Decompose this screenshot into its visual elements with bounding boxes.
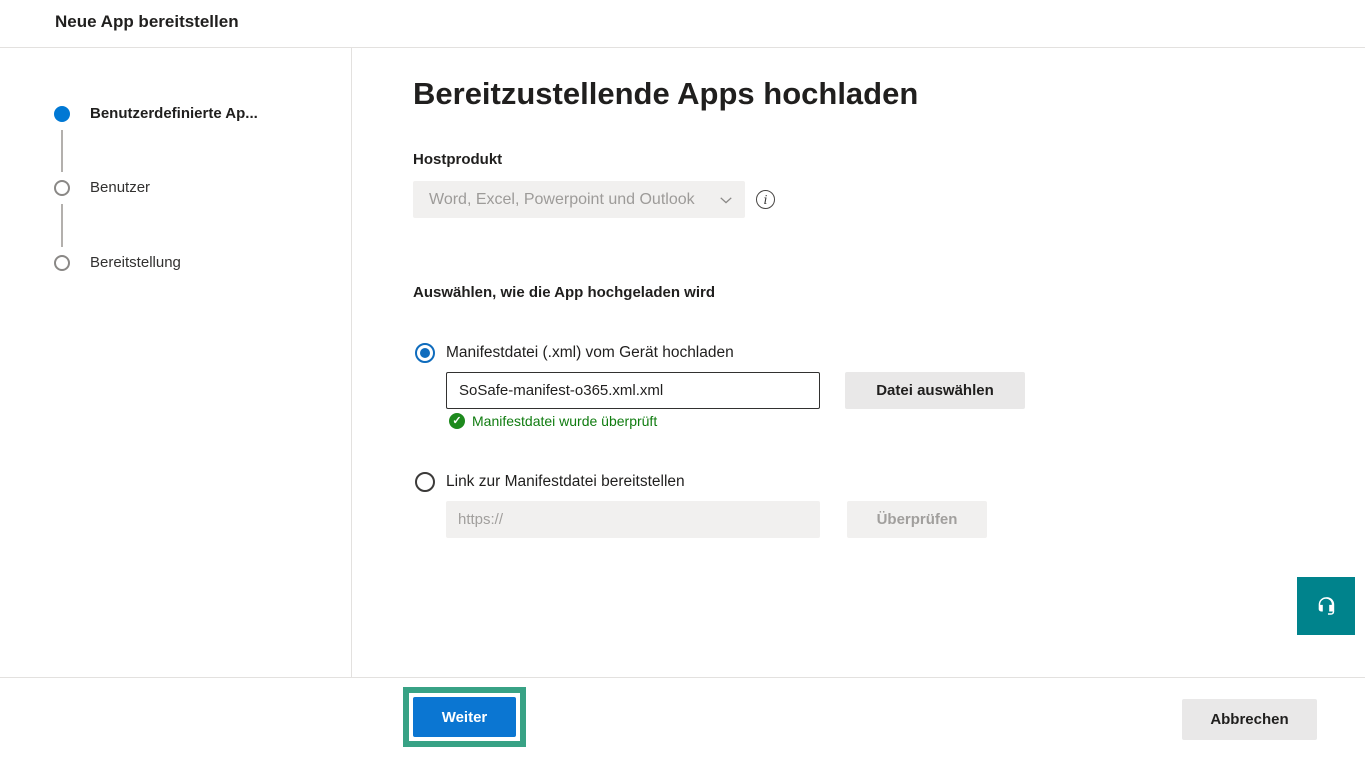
step-indicator-custom-apps[interactable] [54,106,70,122]
step-connector [61,204,63,247]
wizard-footer: Weiter Abbrechen [0,677,1365,757]
wizard-stepper: Benutzerdefinierte Ap... Benutzer Bereit… [0,48,352,677]
host-product-dropdown[interactable]: Word, Excel, Powerpoint und Outlook [413,181,745,218]
content-title: Bereitzustellende Apps hochladen [413,76,918,112]
manifest-file-input[interactable] [446,372,820,409]
upload-method-heading: Auswählen, wie die App hochgeladen wird [413,284,715,301]
manifest-url-input[interactable] [446,501,820,538]
info-icon[interactable]: i [756,190,775,209]
step-label-users[interactable]: Benutzer [90,178,150,198]
step-indicator-deployment[interactable] [54,255,70,271]
step-label-deployment[interactable]: Bereitstellung [90,253,181,273]
help-support-button[interactable] [1297,577,1355,635]
choose-file-button[interactable]: Datei auswählen [845,372,1025,409]
manifest-file-radio[interactable] [415,343,435,363]
step-connector [61,130,63,172]
manifest-file-radio-label[interactable]: Manifestdatei (.xml) vom Gerät hochladen [446,344,734,362]
chevron-down-icon [719,193,733,207]
manifest-link-radio[interactable] [415,472,435,492]
deploy-app-wizard-page: Neue App bereitstellen Benutzerdefiniert… [0,0,1365,757]
wizard-header: Neue App bereitstellen [0,0,1365,48]
host-product-label: Hostprodukt [413,151,502,168]
step-indicator-users[interactable] [54,180,70,196]
next-button[interactable]: Weiter [413,697,516,737]
host-product-selected-value: Word, Excel, Powerpoint und Outlook [429,191,711,209]
cancel-button[interactable]: Abbrechen [1182,699,1317,740]
click-highlight-annotation: Weiter [403,687,526,747]
verify-link-button[interactable]: Überprüfen [847,501,987,538]
page-title: Neue App bereitstellen [55,12,239,32]
validation-message: Manifestdatei wurde überprüft [472,413,657,429]
headset-icon [1314,594,1338,618]
check-circle-icon: ✓ [449,413,465,429]
manifest-link-radio-label[interactable]: Link zur Manifestdatei bereitstellen [446,473,685,491]
step-label-custom-apps[interactable]: Benutzerdefinierte Ap... [90,104,258,124]
manifest-validation-status: ✓ Manifestdatei wurde überprüft [449,413,657,429]
